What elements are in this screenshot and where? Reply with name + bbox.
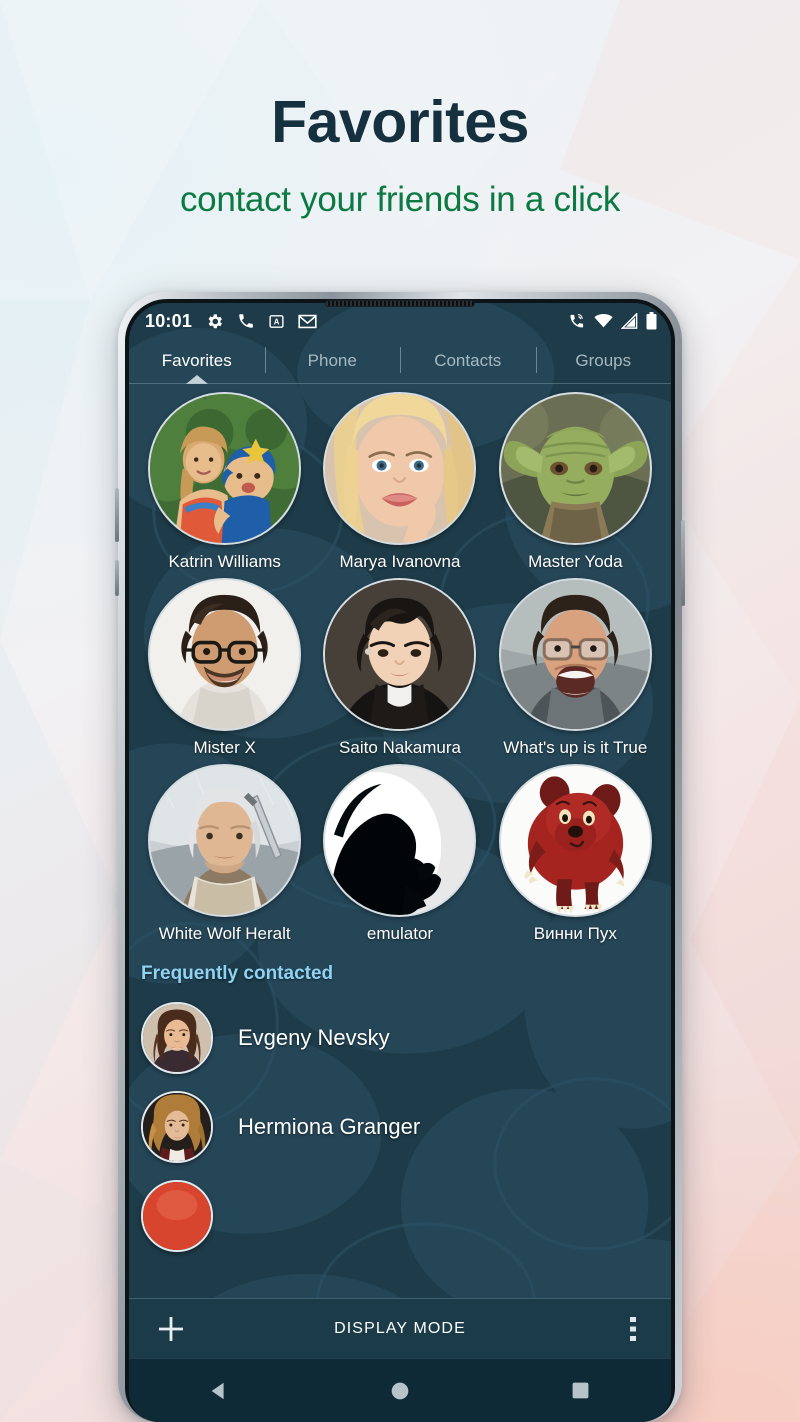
tab-favorites-label: Favorites <box>161 351 232 370</box>
kebab-menu-icon <box>630 1316 636 1341</box>
favorite-name: Master Yoda <box>528 552 623 571</box>
favorite-cell[interactable]: Katrin Williams <box>137 392 312 578</box>
tab-contacts-label: Contacts <box>434 351 502 370</box>
status-bar: 10:01 A <box>129 303 671 339</box>
avatar[interactable] <box>148 764 302 917</box>
tab-favorites[interactable]: Favorites <box>129 339 265 383</box>
contact-name: Hermiona Granger <box>238 1113 421 1139</box>
back-triangle-icon <box>211 1382 224 1399</box>
battery-icon <box>646 312 657 330</box>
avatar[interactable] <box>323 578 477 731</box>
status-bar-left: 10:01 A <box>145 311 317 332</box>
avatar[interactable] <box>141 1001 213 1074</box>
tab-bar: Favorites Phone Contacts Groups <box>129 339 671 383</box>
gear-icon <box>205 312 224 331</box>
page-subtitle: contact your friends in a click <box>179 179 621 219</box>
cellular-signal-icon <box>621 313 638 329</box>
plus-icon <box>159 1316 183 1341</box>
favorite-cell[interactable]: Master Yoda <box>488 392 663 578</box>
favorite-cell[interactable]: Mister X <box>137 578 312 764</box>
favorites-content: Katrin Williams Marya Ivanovna Master Yo… <box>129 384 671 1260</box>
list-item[interactable]: Hermiona Granger <box>129 1082 671 1171</box>
favorite-name: Винни Пух <box>533 924 617 943</box>
overflow-menu-button[interactable] <box>615 1307 651 1351</box>
volume-down-button[interactable] <box>115 560 119 596</box>
headline-block: Favorites contact your friends in a clic… <box>0 0 800 219</box>
nav-back-button[interactable] <box>187 1371 251 1411</box>
favorite-cell[interactable]: White Wolf Heralt <box>137 764 312 950</box>
missed-call-icon <box>567 312 586 330</box>
phone-mockup: 10:01 A Favorites Phone Contacts Groups … <box>115 292 685 1422</box>
favorite-name: emulator <box>366 924 434 943</box>
display-mode-button[interactable]: DISPLAY MODE <box>129 1320 671 1338</box>
avatar[interactable] <box>323 764 477 917</box>
favorite-cell[interactable]: What's up is it True <box>488 578 663 764</box>
home-circle-icon <box>391 1382 409 1399</box>
favorite-cell[interactable]: emulator <box>312 764 487 950</box>
favorite-name: Marya Ivanovna <box>339 552 461 571</box>
contact-name: Evgeny Nevsky <box>238 1024 390 1050</box>
tab-phone[interactable]: Phone <box>264 339 401 383</box>
phone-bezel: 10:01 A Favorites Phone Contacts Groups … <box>125 299 675 1422</box>
avatar[interactable] <box>498 392 652 545</box>
action-bar: DISPLAY MODE <box>129 1298 671 1358</box>
status-bar-right <box>567 312 657 330</box>
tab-groups[interactable]: Groups <box>535 339 672 383</box>
status-clock: 10:01 <box>145 310 193 331</box>
favorites-grid: Katrin Williams Marya Ivanovna Master Yo… <box>129 384 671 950</box>
power-button[interactable] <box>681 520 685 606</box>
earpiece-speaker <box>325 300 475 307</box>
favorite-name: Mister X <box>193 738 256 757</box>
favorite-cell[interactable]: Marya Ivanovna <box>312 392 487 578</box>
alarm-a-icon: A <box>268 313 285 330</box>
frequently-contacted-list: Evgeny Nevsky Hermiona Granger <box>129 993 671 1260</box>
svg-text:A: A <box>274 317 280 326</box>
avatar[interactable] <box>141 1179 213 1252</box>
favorite-cell[interactable]: Винни Пух <box>488 764 663 950</box>
tab-phone-label: Phone <box>307 351 357 370</box>
avatar[interactable] <box>148 578 302 731</box>
avatar[interactable] <box>141 1090 213 1163</box>
android-nav-bar <box>129 1358 671 1422</box>
favorite-name: What's up is it True <box>503 738 648 757</box>
nav-home-button[interactable] <box>368 1371 432 1411</box>
avatar[interactable] <box>148 392 302 545</box>
favorite-name: Saito Nakamura <box>339 738 461 757</box>
avatar[interactable] <box>498 578 652 731</box>
gmail-icon <box>298 313 317 330</box>
nav-recents-button[interactable] <box>549 1371 613 1411</box>
page-title: Favorites <box>271 89 529 155</box>
list-item[interactable]: Evgeny Nevsky <box>129 993 671 1082</box>
list-item[interactable] <box>129 1171 671 1260</box>
favorite-cell[interactable]: Saito Nakamura <box>312 578 487 764</box>
add-favorite-button[interactable] <box>149 1307 193 1351</box>
favorite-name: White Wolf Heralt <box>158 924 291 943</box>
recents-square-icon <box>572 1382 589 1399</box>
volume-up-button[interactable] <box>115 488 119 542</box>
phone-screen: 10:01 A Favorites Phone Contacts Groups … <box>129 303 671 1422</box>
phone-call-icon <box>237 312 255 330</box>
avatar[interactable] <box>498 764 652 917</box>
tab-groups-label: Groups <box>575 351 632 370</box>
favorite-name: Katrin Williams <box>168 552 281 571</box>
frequently-contacted-header: Frequently contacted <box>141 963 334 984</box>
tab-contacts[interactable]: Contacts <box>400 339 536 383</box>
wifi-icon <box>594 313 613 329</box>
avatar[interactable] <box>323 392 477 545</box>
